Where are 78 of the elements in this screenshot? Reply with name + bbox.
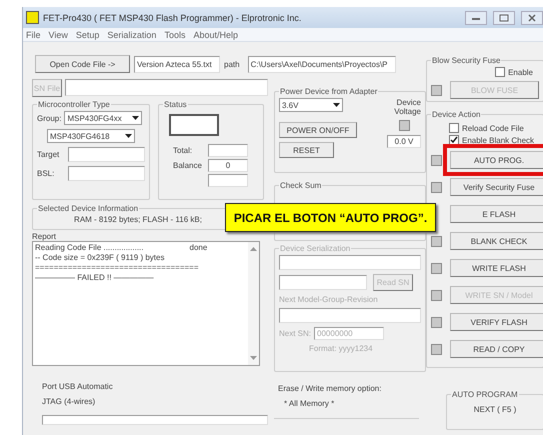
close-icon [528,14,536,22]
next-model-label: Next Model-Group-Revision [279,295,379,304]
group-title: Blow Security Fuse [431,56,502,65]
group-title: AUTO PROGRAM [451,390,519,399]
menu-item[interactable]: View [48,30,68,40]
format-hint: Format: yyyy1234 [308,344,374,353]
erase-option-label: Erase / Write memory option: [278,384,382,393]
group-title: Status [163,100,188,109]
group-dropdown[interactable]: MSP430FG4xx [64,111,142,125]
group-title: Device Serialization [279,244,352,253]
caret-icon [125,134,132,138]
report-label: Report [32,232,58,241]
next-sn-label: Next SN: [279,329,312,338]
total-label: Total: [173,146,194,155]
voltage-reading: 0.0 V [387,135,421,148]
group-label: Group: [37,114,62,122]
balance-field: 0 [208,159,248,172]
scroll-up-icon[interactable] [250,247,257,251]
status-display [169,114,219,136]
group-title: Power Device from Adapter [279,87,378,96]
port-text: Port USB Automatic [42,382,114,391]
option-checkbox[interactable]: Enable Blank Check [449,135,539,145]
menu-item[interactable]: Serialization [107,30,156,40]
action-button[interactable]: BLANK CHECK [450,232,543,250]
action-button[interactable]: AUTO PROG. [450,151,543,169]
erase-option-value: * All Memory * [284,399,336,408]
annotation-callout: PICAR EL BOTON “AUTO PROG”. [225,203,436,232]
file-name-field[interactable]: Version Azteca 55.txt [134,56,220,72]
device-dropdown[interactable]: MSP430FG4618 [47,129,135,143]
log-line: Reading Code File .................. [35,243,144,253]
bsl-label: BSL: [37,169,56,178]
scrollbar[interactable] [248,242,259,365]
maximize-button[interactable] [493,10,515,24]
menu-item[interactable]: File [26,30,41,40]
bsl-field[interactable] [68,166,145,181]
status-indicator [398,120,410,131]
target-field[interactable] [68,147,145,162]
status-indicator [431,84,442,96]
target-label: Target [37,150,60,159]
interface-text: JTAG (4-wires) [42,397,96,406]
caret-icon [333,103,340,107]
app-icon [26,11,39,24]
sn-file-field[interactable] [65,79,268,96]
check-icon [450,136,458,144]
device-info-text: RAM - 8192 bytes; FLASH - 116 kB; [74,215,202,224]
minimize-button[interactable] [465,10,487,24]
action-button[interactable]: READ / COPY [450,340,543,358]
log-line: -- Code size = 0x239F ( 9119 ) bytes [35,253,164,263]
open-code-file-button[interactable]: Open Code File -> [35,55,130,73]
action-button[interactable]: E FLASH [450,205,543,223]
log-result: done [190,243,208,253]
menu-item[interactable]: Tools [164,30,186,40]
group-title: Selected Device Information [37,204,140,213]
log-line: ————— FAILED !! ————— [35,273,154,283]
menu-item[interactable]: Setup [76,30,100,40]
menu-item[interactable]: About/Help [193,30,238,40]
reset-button[interactable]: RESET [279,142,334,158]
total-field [208,144,248,157]
log-line: =================================== [35,263,199,273]
balance-label: Balance [173,161,203,170]
group-title: Microcontroller Type [37,100,111,109]
voltage-dropdown[interactable]: 3.6V [279,98,343,112]
power-button[interactable]: POWER ON/OFF [279,122,357,138]
option-checkbox[interactable]: Reload Code File [449,123,539,133]
status-field [208,174,248,187]
maximize-icon [499,14,509,22]
group-title: Check Sum [279,181,322,190]
action-button[interactable]: WRITE FLASH [450,259,543,277]
path-label: path [224,60,240,68]
group-title: Device Action [431,110,482,119]
action-button[interactable]: VERIFY FLASH [450,313,543,331]
path-field[interactable]: C:\Users\Axel\Documents\Proyectos\P [248,56,396,72]
scroll-down-icon[interactable] [250,356,257,360]
action-button[interactable]: Verify Security Fuse [450,178,543,196]
window-title: FET-Pro430 ( FET MSP430 Flash Programmer) - Elprotronic Inc. [43,12,302,22]
device-voltage-label: Device Voltage [393,98,421,116]
caret-icon [132,116,140,120]
close-button[interactable] [521,10,543,24]
